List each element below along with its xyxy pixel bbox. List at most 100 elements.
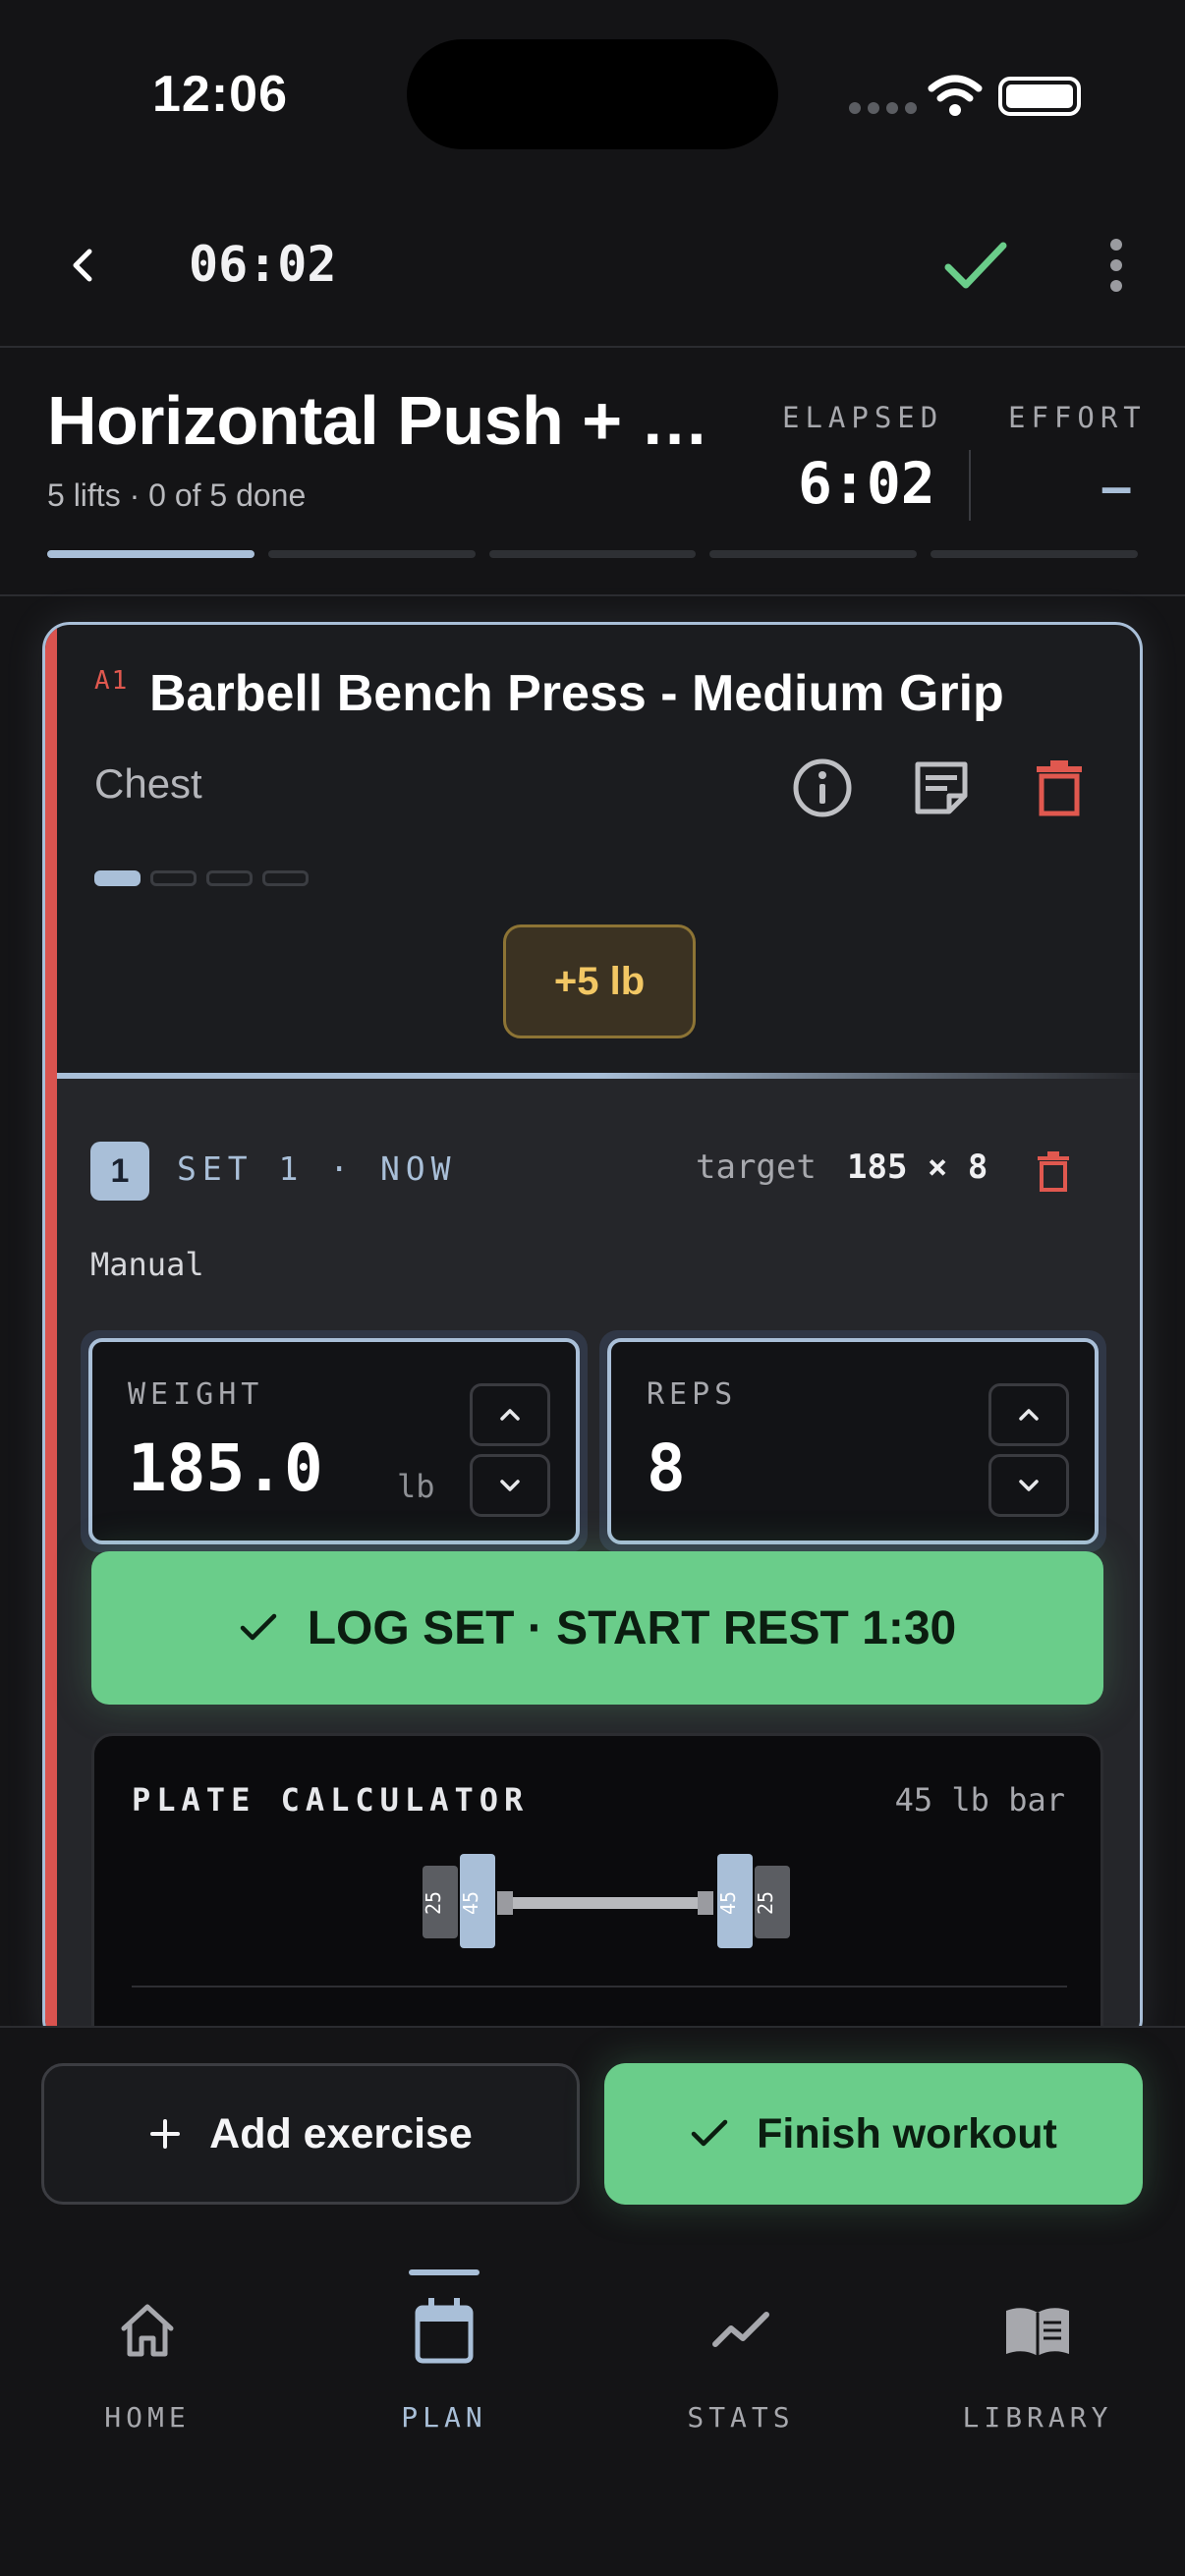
tab-label: PLAN	[401, 2401, 487, 2434]
tab-label: STATS	[687, 2401, 795, 2434]
exercise-code: A1	[94, 666, 130, 696]
plate-label: 45	[716, 1891, 740, 1915]
weight-decrease-button[interactable]	[470, 1454, 550, 1517]
chevron-down-icon	[500, 1480, 520, 1491]
tab-indicator	[409, 2269, 480, 2275]
elapsed-label: ELAPSED	[782, 401, 944, 434]
progress-segment	[709, 550, 918, 558]
workout-subtitle: 5 lifts · 0 of 5 done	[47, 477, 307, 513]
add-exercise-button[interactable]: Add exercise	[41, 2063, 580, 2205]
reps-label: REPS	[647, 1377, 738, 1412]
tab-indicator	[1002, 2269, 1073, 2275]
finish-workout-label: Finish workout	[757, 2109, 1057, 2157]
barbell-collar	[698, 1891, 713, 1915]
weight-value[interactable]: 185.0	[128, 1430, 323, 1506]
exercise-accent-bar	[45, 625, 57, 2044]
plus-icon	[150, 2119, 181, 2149]
cellular-signal-icon	[849, 102, 917, 114]
plate-label: 45	[459, 1891, 482, 1915]
weight-field[interactable]: WEIGHT 185.0 lb	[88, 1338, 580, 1544]
dynamic-island	[407, 39, 778, 149]
tab-indicator	[112, 2269, 183, 2275]
set-progress-dots	[94, 870, 309, 886]
complete-button[interactable]	[938, 232, 1013, 299]
target-value: 185 × 8	[847, 1148, 988, 1187]
weight-unit: lb	[397, 1468, 435, 1505]
elapsed-value: 6:02	[798, 450, 935, 517]
battery-icon	[998, 77, 1081, 116]
trend-icon	[705, 2295, 776, 2366]
reps-decrease-button[interactable]	[988, 1454, 1069, 1517]
workout-title: Horizontal Push + Pull	[47, 382, 747, 459]
plate-label: 25	[754, 1891, 777, 1915]
workout-timer: 06:02	[189, 236, 337, 293]
set-dot	[94, 870, 141, 886]
delete-exercise-button[interactable]	[1028, 756, 1091, 819]
workout-progress	[47, 550, 1138, 558]
weight-label: WEIGHT	[128, 1377, 264, 1412]
target-label: target	[696, 1148, 817, 1187]
reps-increase-button[interactable]	[988, 1383, 1069, 1446]
set-panel-topline	[57, 1073, 1140, 1079]
info-icon	[793, 758, 852, 817]
reps-field-wrap: REPS 8	[599, 1330, 1106, 1552]
chevron-left-icon	[73, 249, 92, 282]
log-set-button[interactable]: LOG SET · START REST 1:30	[91, 1551, 1103, 1705]
finish-workout-button[interactable]: Finish workout	[604, 2063, 1143, 2205]
check-icon	[691, 2119, 728, 2147]
barbell-shaft	[509, 1897, 705, 1909]
log-set-label: LOG SET · START REST 1:30	[307, 1601, 957, 1654]
book-icon	[1002, 2295, 1073, 2366]
weight-field-wrap: WEIGHT 185.0 lb	[81, 1330, 588, 1552]
effort-label: EFFORT	[1008, 401, 1147, 434]
trash-icon	[1037, 760, 1082, 816]
bar-weight-label: 45 lb bar	[894, 1781, 1065, 1819]
status-time: 12:06	[152, 66, 288, 123]
entry-mode-label[interactable]: Manual	[90, 1246, 204, 1283]
set-dot	[262, 870, 309, 886]
tab-indicator	[705, 2269, 776, 2275]
set-number-badge: 1	[90, 1142, 149, 1201]
home-icon	[112, 2295, 183, 2366]
tab-home[interactable]: HOME	[0, 2269, 295, 2446]
tab-label: LIBRARY	[962, 2401, 1113, 2434]
wifi-icon	[928, 75, 983, 116]
check-icon	[944, 242, 1007, 289]
progress-segment	[488, 550, 697, 558]
plate-calculator-card: PLATE CALCULATOR 45 lb bar 45 25 45 25	[91, 1733, 1103, 2057]
plate-calculator-title: PLATE CALCULATOR	[132, 1781, 530, 1819]
delete-set-button[interactable]	[1024, 1142, 1083, 1201]
progress-segment	[267, 550, 476, 558]
notes-icon	[915, 761, 968, 814]
set-dot	[150, 870, 197, 886]
reps-field[interactable]: REPS 8	[607, 1338, 1099, 1544]
plate-calculator: PLATE CALCULATOR 45 lb bar 45 25 45 25	[79, 1733, 1104, 2057]
tab-stats[interactable]: STATS	[593, 2269, 888, 2446]
trash-icon	[1038, 1151, 1069, 1192]
progress-segment	[931, 550, 1138, 558]
exercise-notes-button[interactable]	[910, 756, 973, 819]
tab-label: HOME	[104, 2401, 191, 2434]
barbell-collar	[497, 1891, 513, 1915]
chevron-up-icon	[1019, 1409, 1039, 1421]
add-exercise-label: Add exercise	[209, 2109, 473, 2157]
more-options-button[interactable]	[1100, 232, 1132, 299]
tab-library[interactable]: LIBRARY	[890, 2269, 1185, 2446]
set-dot	[206, 870, 253, 886]
reps-value[interactable]: 8	[647, 1430, 686, 1506]
weight-increase-button[interactable]	[470, 1383, 550, 1446]
barbell-diagram: 45 25 45 25	[422, 1854, 790, 1948]
set-status: SET 1 · NOW	[177, 1149, 457, 1188]
exercise-muscle: Chest	[94, 760, 202, 807]
exercise-info-button[interactable]	[791, 756, 854, 819]
check-icon	[240, 1613, 276, 1641]
progress-segment	[47, 550, 254, 558]
weight-increment-chip[interactable]: +5 lb	[503, 924, 696, 1038]
chevron-up-icon	[500, 1409, 520, 1421]
header-divider	[0, 594, 1185, 596]
plate-label: 25	[422, 1891, 445, 1915]
tab-plan[interactable]: PLAN	[297, 2269, 592, 2446]
exercise-name[interactable]: Barbell Bench Press - Medium Grip	[149, 664, 1004, 723]
calendar-icon	[409, 2295, 480, 2366]
back-button[interactable]	[51, 234, 114, 297]
